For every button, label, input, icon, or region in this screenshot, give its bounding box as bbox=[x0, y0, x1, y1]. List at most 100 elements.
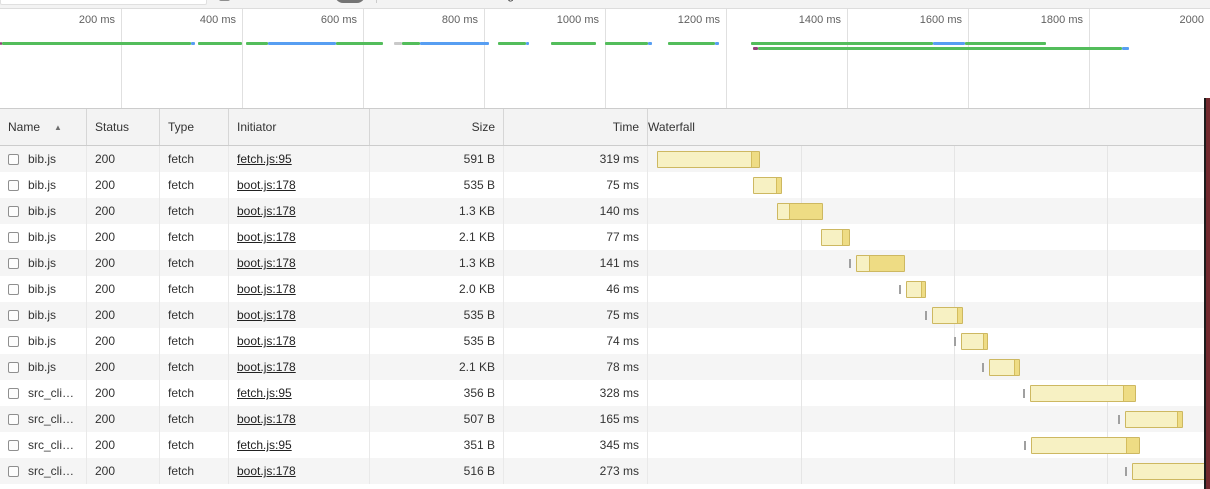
table-row[interactable]: bib.js200fetchboot.js:178535 B74 ms bbox=[0, 328, 1210, 354]
ruler-gridline bbox=[1089, 9, 1090, 108]
waterfall-bar[interactable] bbox=[753, 176, 782, 194]
table-row[interactable]: bib.js200fetchboot.js:1781.3 KB141 ms bbox=[0, 250, 1210, 276]
initiator-link[interactable]: fetch.js:95 bbox=[237, 438, 292, 452]
filter-type-other[interactable]: Other bbox=[741, 0, 771, 2]
table-row[interactable]: bib.js200fetchboot.js:178535 B75 ms bbox=[0, 302, 1210, 328]
initiator-link[interactable]: fetch.js:95 bbox=[237, 152, 292, 166]
type-cell: fetch bbox=[160, 198, 229, 224]
waterfall-bar[interactable] bbox=[925, 306, 963, 324]
name-cell: bib.js bbox=[0, 146, 87, 172]
column-header-time[interactable]: Time bbox=[504, 109, 648, 145]
size-value: 1.3 KB bbox=[459, 204, 495, 218]
waterfall-bar[interactable] bbox=[821, 228, 850, 246]
initiator-link[interactable]: boot.js:178 bbox=[237, 334, 296, 348]
table-row[interactable]: src_cli…200fetchfetch.js:95356 B328 ms bbox=[0, 380, 1210, 406]
initiator-link[interactable]: boot.js:178 bbox=[237, 464, 296, 478]
table-row[interactable]: bib.js200fetchboot.js:1782.1 KB77 ms bbox=[0, 224, 1210, 250]
filter-input[interactable] bbox=[0, 0, 207, 5]
row-checkbox[interactable] bbox=[8, 258, 19, 269]
table-row[interactable]: src_cli…200fetchboot.js:178507 B165 ms bbox=[0, 406, 1210, 432]
row-checkbox[interactable] bbox=[8, 440, 19, 451]
overview-bar bbox=[198, 42, 242, 45]
row-checkbox[interactable] bbox=[8, 414, 19, 425]
hide-data-urls-checkbox[interactable] bbox=[219, 0, 230, 1]
initiator-link[interactable]: boot.js:178 bbox=[237, 256, 296, 270]
waterfall-bar-body bbox=[1030, 385, 1136, 402]
initiator-link[interactable]: boot.js:178 bbox=[237, 178, 296, 192]
time-cell: 75 ms bbox=[504, 172, 648, 198]
status-cell: 200 bbox=[87, 458, 160, 484]
waterfall-bar[interactable] bbox=[1125, 462, 1210, 480]
waterfall-gridline bbox=[801, 380, 802, 406]
row-checkbox[interactable] bbox=[8, 466, 19, 477]
name-cell: bib.js bbox=[0, 328, 87, 354]
row-checkbox[interactable] bbox=[8, 206, 19, 217]
column-header-type[interactable]: Type bbox=[160, 109, 229, 145]
row-checkbox[interactable] bbox=[8, 284, 19, 295]
row-checkbox[interactable] bbox=[8, 336, 19, 347]
time-cell: 328 ms bbox=[504, 380, 648, 406]
overview-bar bbox=[526, 42, 529, 45]
waterfall-bar[interactable] bbox=[1023, 384, 1136, 402]
type-cell: fetch bbox=[160, 458, 229, 484]
filter-type-manifest[interactable]: Manifest bbox=[681, 0, 726, 2]
row-checkbox[interactable] bbox=[8, 154, 19, 165]
row-checkbox[interactable] bbox=[8, 362, 19, 373]
waterfall-bar-body bbox=[1031, 437, 1140, 454]
waterfall-bar[interactable] bbox=[777, 202, 823, 220]
waterfall-cell bbox=[648, 458, 1210, 484]
size-cell: 507 B bbox=[370, 406, 504, 432]
filter-type-js[interactable]: JS bbox=[427, 0, 441, 2]
filter-all-pill[interactable]: All bbox=[335, 0, 365, 3]
filter-type-img[interactable]: Img bbox=[494, 0, 514, 2]
table-row[interactable]: bib.js200fetchboot.js:1781.3 KB140 ms bbox=[0, 198, 1210, 224]
waterfall-cell bbox=[648, 406, 1210, 432]
waterfall-bar[interactable] bbox=[849, 254, 905, 272]
table-row[interactable]: bib.js200fetchboot.js:1782.1 KB78 ms bbox=[0, 354, 1210, 380]
initiator-link[interactable]: boot.js:178 bbox=[237, 230, 296, 244]
waterfall-bar[interactable] bbox=[657, 150, 760, 168]
waterfall-bar[interactable] bbox=[1024, 436, 1140, 454]
filter-type-xhr[interactable]: XHR bbox=[388, 0, 413, 2]
toolbar-separator bbox=[376, 0, 377, 3]
timeline-overview[interactable]: 200 ms400 ms600 ms800 ms1000 ms1200 ms14… bbox=[0, 9, 1210, 109]
table-row[interactable]: bib.js200fetchfetch.js:95591 B319 ms bbox=[0, 146, 1210, 172]
initiator-cell: fetch.js:95 bbox=[229, 146, 370, 172]
row-checkbox[interactable] bbox=[8, 388, 19, 399]
filter-type-css[interactable]: CSS bbox=[455, 0, 480, 2]
filter-type-ws[interactable]: WS bbox=[648, 0, 667, 2]
requests-table-header: Name▲StatusTypeInitiatorSizeTimeWaterfal… bbox=[0, 109, 1210, 146]
column-header-label: Name bbox=[8, 120, 40, 134]
waterfall-gridline bbox=[801, 458, 802, 484]
column-header-name[interactable]: Name▲ bbox=[0, 109, 87, 145]
filter-type-media[interactable]: Media bbox=[528, 0, 561, 2]
name-cell: bib.js bbox=[0, 198, 87, 224]
table-row[interactable]: src_cli…200fetchboot.js:178516 B273 ms bbox=[0, 458, 1210, 484]
initiator-link[interactable]: boot.js:178 bbox=[237, 412, 296, 426]
waterfall-bar[interactable] bbox=[982, 358, 1020, 376]
waterfall-bar[interactable] bbox=[954, 332, 988, 350]
column-header-status[interactable]: Status bbox=[87, 109, 160, 145]
waterfall-bar[interactable] bbox=[899, 280, 926, 298]
initiator-link[interactable]: boot.js:178 bbox=[237, 204, 296, 218]
time-cell: 78 ms bbox=[504, 354, 648, 380]
table-row[interactable]: bib.js200fetchboot.js:1782.0 KB46 ms bbox=[0, 276, 1210, 302]
row-checkbox[interactable] bbox=[8, 180, 19, 191]
table-row[interactable]: bib.js200fetchboot.js:178535 B75 ms bbox=[0, 172, 1210, 198]
row-checkbox[interactable] bbox=[8, 232, 19, 243]
initiator-link[interactable]: fetch.js:95 bbox=[237, 386, 292, 400]
filter-type-doc[interactable]: Doc bbox=[613, 0, 634, 2]
request-name: bib.js bbox=[28, 204, 56, 218]
table-row[interactable]: src_cli…200fetchfetch.js:95351 B345 ms bbox=[0, 432, 1210, 458]
filter-type-font[interactable]: Font bbox=[575, 0, 599, 2]
row-checkbox[interactable] bbox=[8, 310, 19, 321]
initiator-link[interactable]: boot.js:178 bbox=[237, 308, 296, 322]
initiator-link[interactable]: boot.js:178 bbox=[237, 282, 296, 296]
time-cell: 345 ms bbox=[504, 432, 648, 458]
waterfall-waiting-segment bbox=[822, 230, 842, 245]
column-header-size[interactable]: Size bbox=[370, 109, 504, 145]
column-header-waterfall[interactable]: Waterfall bbox=[648, 109, 1210, 145]
column-header-initiator[interactable]: Initiator bbox=[229, 109, 370, 145]
initiator-link[interactable]: boot.js:178 bbox=[237, 360, 296, 374]
waterfall-bar[interactable] bbox=[1118, 410, 1183, 428]
